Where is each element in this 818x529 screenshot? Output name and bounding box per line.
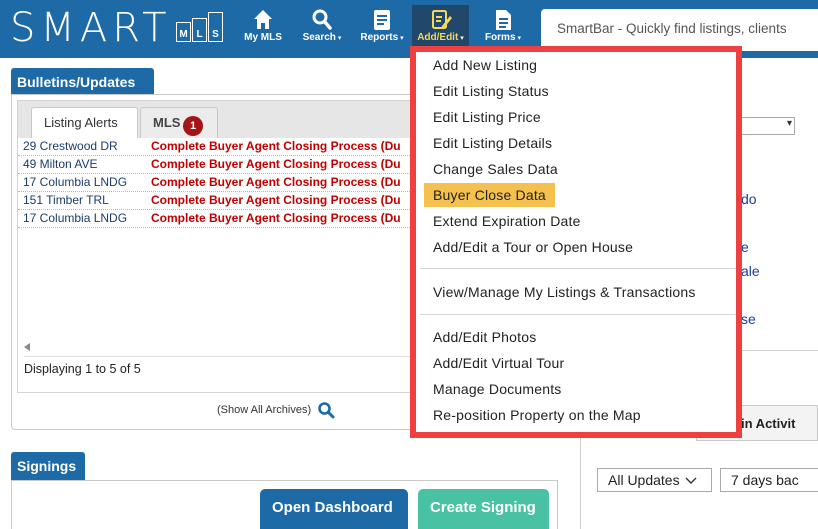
home-icon (254, 10, 272, 29)
scroll-left-icon[interactable] (24, 343, 30, 351)
alert-address[interactable]: 29 Crestwood DR (18, 138, 151, 155)
nav-search[interactable]: Search ▾ (296, 8, 348, 48)
updates-filter-value: All Updates (608, 472, 680, 488)
nav-forms[interactable]: Forms ▾ (478, 8, 528, 48)
menu-item-change-sales-data[interactable]: Change Sales Data (433, 160, 558, 178)
right-panel-link[interactable]: se (741, 311, 756, 327)
create-signing-button[interactable]: Create Signing (418, 489, 549, 529)
open-dashboard-button[interactable]: Open Dashboard (260, 489, 408, 529)
tab-mls[interactable]: MLS 1 (140, 107, 218, 139)
nav-reports[interactable]: Reports ▾ (355, 8, 409, 48)
logo-box-l: L (192, 18, 207, 42)
chevron-down-icon: ▾ (460, 35, 464, 42)
menu-divider (420, 268, 736, 269)
reports-icon (374, 10, 390, 30)
table-row[interactable]: 17 Columbia LNDG Complete Buyer Agent Cl… (18, 174, 424, 192)
chevron-down-icon: ▾ (517, 35, 522, 42)
menu-item-buyer-close-data[interactable]: Buyer Close Data (424, 183, 555, 207)
smartbar-input[interactable]: SmartBar - Quickly find listings, client… (541, 9, 818, 51)
chevron-down-icon (685, 477, 697, 484)
smart-logo-text[interactable]: SMART (10, 6, 172, 50)
mls-logo[interactable]: M L S (176, 12, 223, 42)
tab-listing-alerts-label: Listing Alerts (44, 115, 118, 130)
alert-message[interactable]: Complete Buyer Agent Closing Process (Du (151, 192, 424, 209)
show-all-archives-label: (Show All Archives) (217, 404, 312, 416)
chevron-down-icon: ▾ (400, 35, 404, 42)
search-icon (318, 402, 335, 419)
table-row[interactable]: 151 Timber TRL Complete Buyer Agent Clos… (18, 192, 424, 210)
table-row[interactable]: 17 Columbia LNDG Complete Buyer Agent Cl… (18, 210, 424, 228)
bulletins-panel: Listing Alerts MLS 1 29 Crestwood DR Com… (11, 94, 429, 430)
menu-item-view-manage-listings[interactable]: View/Manage My Listings & Transactions (433, 283, 696, 301)
nav-add-edit-label: Add/Edit (417, 32, 459, 43)
days-filter-dropdown[interactable]: 7 days bac (720, 468, 818, 492)
menu-item-add-new-listing[interactable]: Add New Listing (433, 56, 537, 74)
nav-forms-label: Forms (484, 32, 516, 43)
menu-divider (420, 314, 736, 315)
logo-box-s: S (208, 12, 223, 42)
right-panel-link[interactable]: do (741, 191, 757, 207)
bulletins-tabstrip: Listing Alerts MLS 1 (17, 100, 425, 140)
menu-item-add-edit-tour[interactable]: Add/Edit a Tour or Open House (433, 238, 633, 256)
menu-item-add-edit-photos[interactable]: Add/Edit Photos (433, 328, 536, 346)
menu-item-add-edit-virtual-tour[interactable]: Add/Edit Virtual Tour (433, 354, 564, 372)
updates-filter-dropdown[interactable]: All Updates (597, 468, 712, 492)
alert-address[interactable]: 17 Columbia LNDG (18, 210, 151, 227)
logo-box-m: M (176, 22, 191, 42)
table-row[interactable]: 29 Crestwood DR Complete Buyer Agent Clo… (18, 138, 424, 156)
menu-item-extend-expiration-date[interactable]: Extend Expiration Date (433, 212, 581, 230)
nav-add-edit[interactable]: Add/Edit ▾ (412, 5, 469, 47)
tab-mls-label: MLS (153, 115, 181, 130)
display-count: Displaying 1 to 5 of 5 (24, 362, 141, 376)
menu-item-reposition-property[interactable]: Re-position Property on the Map (433, 406, 641, 424)
alert-message[interactable]: Complete Buyer Agent Closing Process (Du (151, 174, 424, 191)
nav-my-mls-label: My MLS (244, 32, 282, 43)
show-all-archives-link[interactable]: (Show All Archives) (217, 401, 335, 419)
chevron-down-icon: ▾ (337, 35, 342, 42)
document-icon (496, 10, 511, 30)
nav-reports-label: Reports (360, 32, 399, 43)
menu-item-edit-listing-status[interactable]: Edit Listing Status (433, 82, 549, 100)
right-panel-link[interactable]: ale (741, 263, 760, 279)
signings-panel-title: Signings (11, 452, 85, 480)
listing-alerts-table: 29 Crestwood DR Complete Buyer Agent Clo… (17, 138, 425, 393)
menu-item-edit-listing-details[interactable]: Edit Listing Details (433, 134, 552, 152)
bulletins-panel-title: Bulletins/Updates (11, 68, 154, 94)
alert-message[interactable]: Complete Buyer Agent Closing Process (Du (151, 156, 424, 173)
chevron-down-icon: ▾ (786, 118, 792, 129)
search-icon (312, 9, 332, 30)
alert-address[interactable]: 151 Timber TRL (18, 192, 151, 209)
tab-listing-alerts[interactable]: Listing Alerts (31, 107, 138, 140)
edit-icon (431, 10, 452, 29)
right-panel-link[interactable]: e (741, 239, 749, 255)
divider (24, 356, 420, 357)
alert-message[interactable]: Complete Buyer Agent Closing Process (Du (151, 210, 424, 227)
alert-address[interactable]: 49 Milton AVE (18, 156, 151, 173)
menu-item-manage-documents[interactable]: Manage Documents (433, 380, 562, 398)
notification-badge: 1 (183, 116, 203, 136)
alert-address[interactable]: 17 Columbia LNDG (18, 174, 151, 191)
alert-message[interactable]: Complete Buyer Agent Closing Process (Du (151, 138, 424, 155)
menu-item-edit-listing-price[interactable]: Edit Listing Price (433, 108, 541, 126)
nav-search-label: Search (302, 32, 336, 43)
nav-my-mls[interactable]: My MLS (240, 8, 286, 48)
table-row[interactable]: 49 Milton AVE Complete Buyer Agent Closi… (18, 156, 424, 174)
